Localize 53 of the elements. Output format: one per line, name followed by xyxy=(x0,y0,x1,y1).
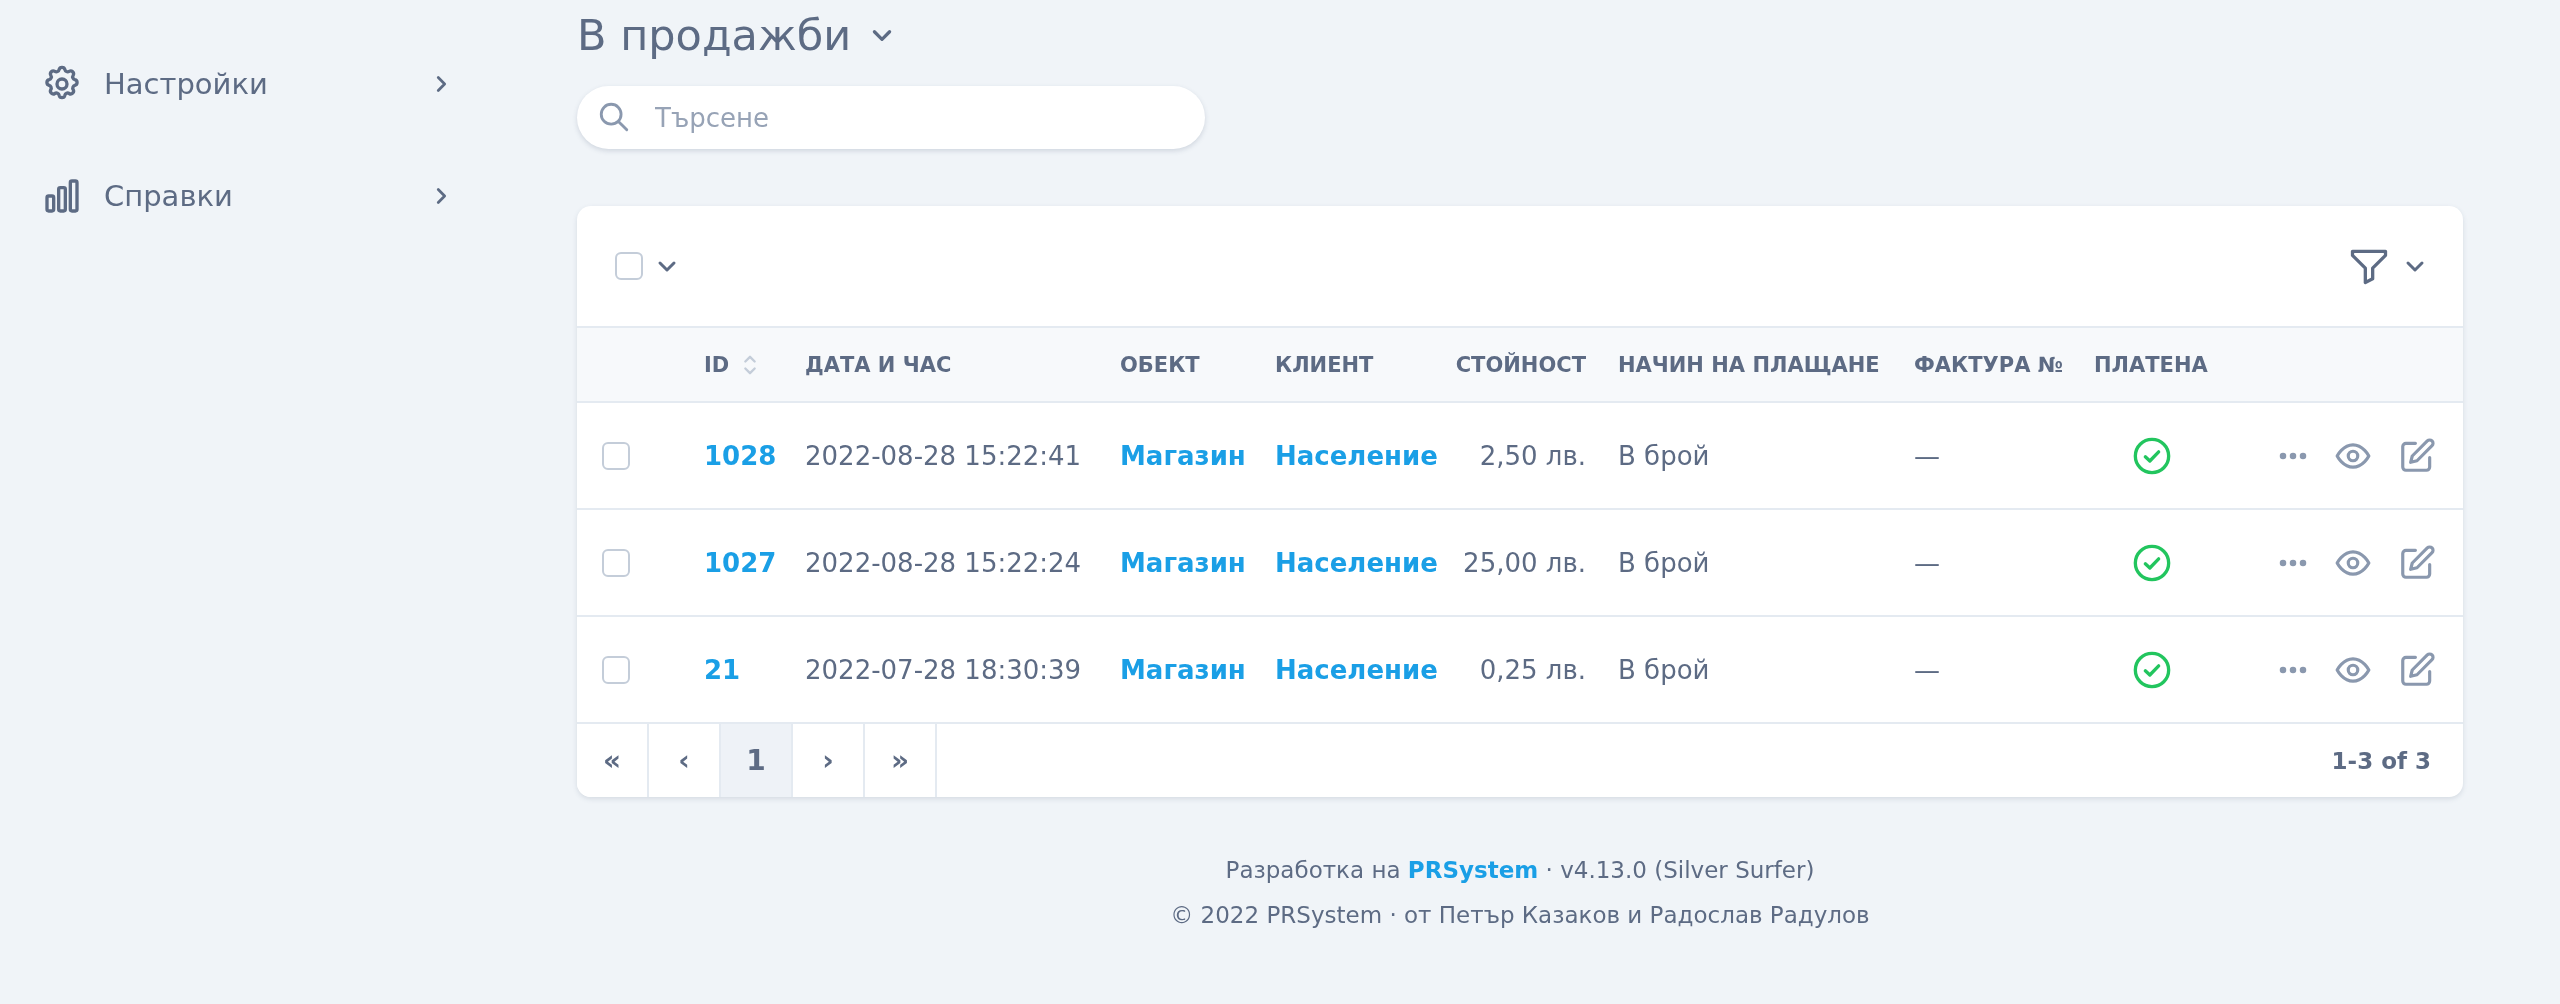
table-cell: 2022-08-28 15:22:41 xyxy=(805,440,1082,471)
pagination-summary: 1-3 of 3 xyxy=(2331,747,2432,774)
prsystem-link[interactable]: PRSystem xyxy=(1407,857,1539,883)
pagination-button[interactable]: 1 xyxy=(721,724,793,797)
object-link[interactable]: Магазин xyxy=(1120,547,1246,578)
column-header: ID xyxy=(704,352,730,377)
table-cell: В брой xyxy=(1618,654,1710,685)
edit-icon[interactable] xyxy=(2398,543,2436,582)
table-cell: — xyxy=(1914,547,1940,578)
column-header: НАЧИН НА ПЛАЩАНЕ xyxy=(1618,352,1880,377)
table-cell: 25,00 лв. xyxy=(1463,547,1586,578)
table-cell: В брой xyxy=(1618,547,1710,578)
column-header: КЛИЕНТ xyxy=(1275,352,1374,377)
column-header: ОБЕКТ xyxy=(1120,352,1200,377)
table-cell: В брой xyxy=(1618,440,1710,471)
client-link[interactable]: Население xyxy=(1275,547,1438,578)
pagination-button[interactable]: « xyxy=(577,724,649,797)
row-checkbox[interactable] xyxy=(602,441,630,470)
page-title: В продажби xyxy=(577,10,852,60)
search-field[interactable]: Търсене xyxy=(577,86,1205,149)
table-cell: 0,25 лв. xyxy=(1479,654,1586,685)
row-checkbox[interactable] xyxy=(602,655,630,684)
column-header: СТОЙНОСТ xyxy=(1455,352,1586,377)
column-header: ФАКТУРА № xyxy=(1914,352,2063,377)
pagination-button[interactable]: » xyxy=(865,724,937,797)
id-link[interactable]: 1028 xyxy=(704,440,777,471)
sidebar-item[interactable]: Справки xyxy=(0,168,452,224)
table-cell: 2022-08-28 15:22:24 xyxy=(805,547,1082,578)
object-link[interactable]: Магазин xyxy=(1120,654,1246,685)
pagination-button[interactable]: ‹ xyxy=(649,724,721,797)
more-icon[interactable] xyxy=(2278,450,2308,461)
sidebar-item[interactable]: Настройки xyxy=(0,56,452,112)
edit-icon[interactable] xyxy=(2398,436,2436,475)
table-cell: 2,50 лв. xyxy=(1479,440,1586,471)
select-all-checkbox[interactable] xyxy=(615,252,643,280)
more-icon[interactable] xyxy=(2278,664,2308,675)
more-icon[interactable] xyxy=(2278,557,2308,568)
credits-text: Разработка на PRSystem · v4.13.0 (Silver Surfer) xyxy=(1224,857,1816,884)
copyright-text: © 2022 PRSystem · от Петър Казаков и Радослав Радулов xyxy=(1169,902,1871,929)
column-header: ДАТА И ЧАС xyxy=(805,352,952,377)
row-checkbox[interactable] xyxy=(602,548,630,577)
table-cell: 2022-07-28 18:30:39 xyxy=(805,654,1082,685)
id-link[interactable]: 1027 xyxy=(704,547,777,578)
client-link[interactable]: Население xyxy=(1275,654,1438,685)
bar-chart-icon xyxy=(42,176,82,216)
table-cell: — xyxy=(1914,654,1940,685)
edit-icon[interactable] xyxy=(2398,650,2436,689)
object-link[interactable]: Магазин xyxy=(1120,440,1246,471)
column-header: ПЛАТЕНА xyxy=(2094,352,2208,377)
client-link[interactable]: Население xyxy=(1275,440,1438,471)
table-cell: — xyxy=(1914,440,1940,471)
id-link[interactable]: 21 xyxy=(704,654,741,685)
pagination-button[interactable]: › xyxy=(793,724,865,797)
